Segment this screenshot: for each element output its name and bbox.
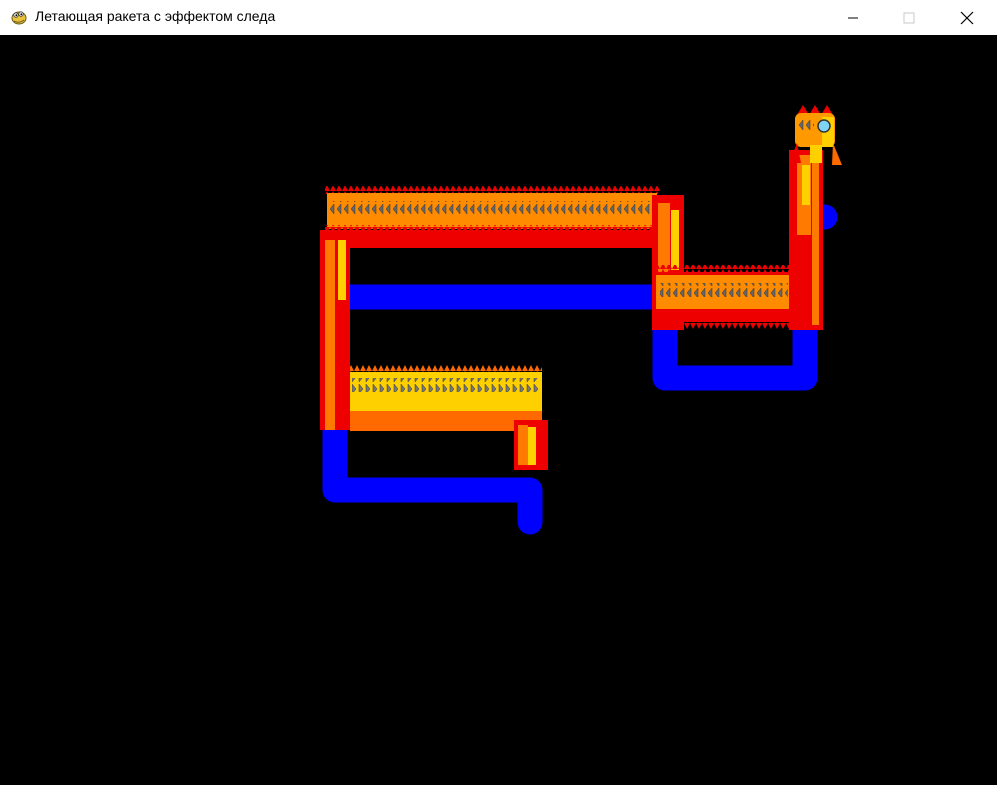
game-scene xyxy=(320,105,842,535)
maximize-button[interactable] xyxy=(886,0,932,35)
close-button[interactable] xyxy=(944,0,990,35)
maximize-icon xyxy=(903,12,915,23)
game-canvas[interactable] xyxy=(0,35,997,785)
close-icon xyxy=(960,11,974,24)
rocket-sprite xyxy=(789,105,842,165)
minimize-icon xyxy=(848,17,858,18)
window-titlebar: Летающая ракета с эффектом следа xyxy=(0,0,997,35)
minimize-button[interactable] xyxy=(830,0,876,35)
window-title: Летающая ракета с эффектом следа xyxy=(35,8,276,24)
pygame-app-icon xyxy=(10,8,28,26)
rocket-trail-lower xyxy=(350,365,548,470)
